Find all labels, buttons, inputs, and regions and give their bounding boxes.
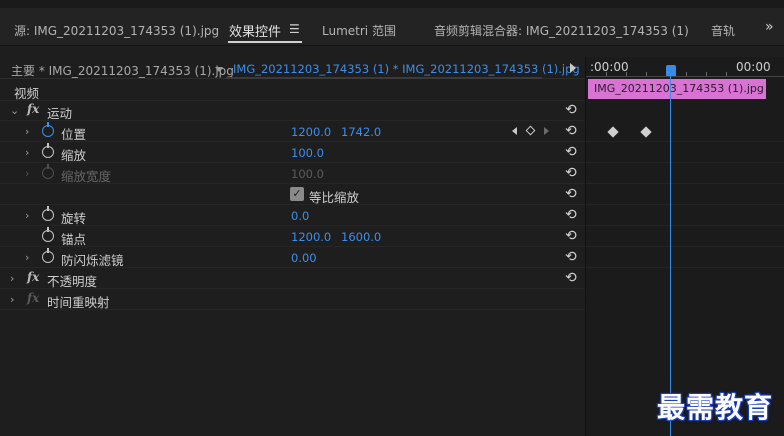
scale-label: 缩放 (61, 148, 87, 163)
track-divider (586, 246, 784, 247)
stopwatch-icon[interactable] (42, 122, 54, 137)
position-y-value[interactable]: 1742.0 (341, 125, 381, 139)
rotation-label: 旋转 (61, 211, 87, 226)
fx-toggle-icon[interactable]: fx (27, 270, 39, 284)
stopwatch-icon[interactable] (42, 143, 54, 158)
collapse-chevron-icon[interactable]: ⌄ (10, 104, 19, 117)
uniform-scale-row[interactable]: ✓ 等比缩放 ⟲ (0, 184, 585, 205)
track-divider (586, 183, 784, 184)
timeline-clip-bar[interactable]: IMG_20211203_174353 (1).jpg (588, 79, 766, 99)
active-tab-indicator (228, 41, 302, 43)
tab-audio-track[interactable]: 音轨 (711, 22, 735, 39)
playhead-handle[interactable] (666, 65, 676, 76)
keyframe-diamond[interactable] (640, 126, 652, 138)
rotation-row[interactable]: › 旋转 0.0 ⟲ (0, 205, 585, 226)
track-divider (586, 204, 784, 205)
reset-icon[interactable]: ⟲ (565, 144, 577, 160)
watermark-logo: 最需教育 (657, 391, 774, 424)
scale-width-value: 100.0 (291, 167, 324, 181)
opacity-effect-row[interactable]: › fx 不透明度 ⟲ (0, 268, 585, 289)
top-strip (0, 0, 784, 8)
sequence-clip-label[interactable]: IMG_20211203_174353 (1) * IMG_20211203_1… (233, 62, 580, 76)
anti-flicker-value[interactable]: 0.00 (291, 251, 317, 265)
next-keyframe-icon[interactable] (544, 127, 549, 135)
anti-flicker-label: 防闪烁滤镜 (61, 253, 124, 268)
position-x-value[interactable]: 1200.0 (291, 125, 331, 139)
position-row[interactable]: › 位置 1200.0 1742.0 ⟲ (0, 121, 585, 142)
timeline-start-time: :00:00 (590, 60, 629, 74)
motion-effect-row[interactable]: ⌄ fx 运动 ⟲ (0, 100, 585, 121)
reset-icon[interactable]: ⟲ (565, 165, 577, 181)
overflow-chevron-icon[interactable]: » (765, 19, 774, 35)
stopwatch-icon[interactable] (42, 206, 54, 221)
expand-chevron-icon[interactable]: › (25, 146, 29, 159)
panel-tab-bar: 源: IMG_20211203_174353 (1).jpg 效果控件 ☰ Lu… (0, 0, 784, 46)
reset-icon[interactable]: ⟲ (565, 186, 577, 202)
reset-icon[interactable]: ⟲ (565, 249, 577, 265)
motion-label: 运动 (47, 106, 73, 121)
master-clip-label[interactable]: 主要 * IMG_20211203_174353 (1).jpg (11, 62, 234, 79)
time-remap-label: 时间重映射 (47, 295, 110, 310)
position-label: 位置 (61, 127, 87, 142)
video-section-header: 视频 (0, 80, 585, 101)
anchor-y-value[interactable]: 1600.0 (341, 230, 381, 244)
add-keyframe-icon[interactable] (525, 125, 536, 136)
fx-toggle-icon[interactable]: fx (27, 102, 39, 116)
anchor-label: 锚点 (61, 232, 87, 247)
panel-menu-icon[interactable]: ☰ (289, 22, 300, 36)
expand-chevron-icon[interactable]: › (10, 272, 14, 285)
reset-icon[interactable]: ⟲ (565, 228, 577, 244)
anti-flicker-row[interactable]: › 防闪烁滤镜 0.00 ⟲ (0, 247, 585, 268)
uniform-scale-label: 等比缩放 (309, 190, 360, 205)
anchor-row[interactable]: 锚点 1200.0 1600.0 ⟲ (0, 226, 585, 247)
time-ruler[interactable] (586, 76, 784, 77)
timeline-end-time: 00:00 (736, 60, 771, 74)
track-divider (586, 267, 784, 268)
reset-icon[interactable]: ⟲ (565, 270, 577, 286)
effect-timeline[interactable]: :00:00 00:00 IMG_20211203_174353 (1).jpg (585, 57, 784, 436)
reset-icon[interactable]: ⟲ (565, 207, 577, 223)
fx-toggle-icon: fx (27, 291, 40, 305)
tab-source[interactable]: 源: IMG_20211203_174353 (1).jpg (14, 22, 219, 39)
prev-keyframe-icon[interactable] (512, 127, 517, 135)
clip-label-underline (226, 77, 542, 79)
source-selector-row: 主要 * IMG_20211203_174353 (1).jpg IMG_202… (0, 57, 585, 79)
opacity-label: 不透明度 (47, 274, 98, 289)
expand-chevron-icon[interactable]: › (25, 125, 29, 138)
track-divider (586, 141, 784, 142)
keyframe-diamond[interactable] (607, 126, 619, 138)
scale-value[interactable]: 100.0 (291, 146, 324, 160)
expand-chevron-icon[interactable]: › (25, 251, 29, 264)
stopwatch-icon[interactable] (42, 227, 54, 242)
scale-width-row: › 缩放宽度 100.0 ⟲ (0, 163, 585, 184)
tab-lumetri-scopes[interactable]: Lumetri 范围 (322, 22, 396, 39)
stopwatch-icon[interactable] (42, 248, 54, 263)
tab-effect-controls[interactable]: 效果控件 (229, 21, 281, 40)
track-divider (586, 225, 784, 226)
play-only-clip-icon[interactable] (570, 63, 576, 73)
uniform-scale-checkbox[interactable]: ✓ (290, 187, 304, 201)
playhead-line[interactable] (670, 76, 671, 436)
expand-chevron-icon[interactable]: › (10, 293, 14, 306)
reset-icon[interactable]: ⟲ (565, 102, 577, 118)
anchor-x-value[interactable]: 1200.0 (291, 230, 331, 244)
reset-icon[interactable]: ⟲ (565, 123, 577, 139)
scale-width-label: 缩放宽度 (61, 169, 112, 184)
tab-audio-clip-mixer[interactable]: 音频剪辑混合器: IMG_20211203_174353 (1) (434, 22, 689, 39)
dropdown-arrow-icon[interactable] (215, 67, 223, 72)
rotation-value[interactable]: 0.0 (291, 209, 309, 223)
track-divider (586, 162, 784, 163)
expand-chevron-icon[interactable]: › (25, 209, 29, 222)
stopwatch-icon (42, 164, 54, 179)
expand-chevron-icon: › (25, 167, 30, 180)
time-remap-row[interactable]: › fx 时间重映射 (0, 289, 585, 310)
scale-row[interactable]: › 缩放 100.0 ⟲ (0, 142, 585, 163)
